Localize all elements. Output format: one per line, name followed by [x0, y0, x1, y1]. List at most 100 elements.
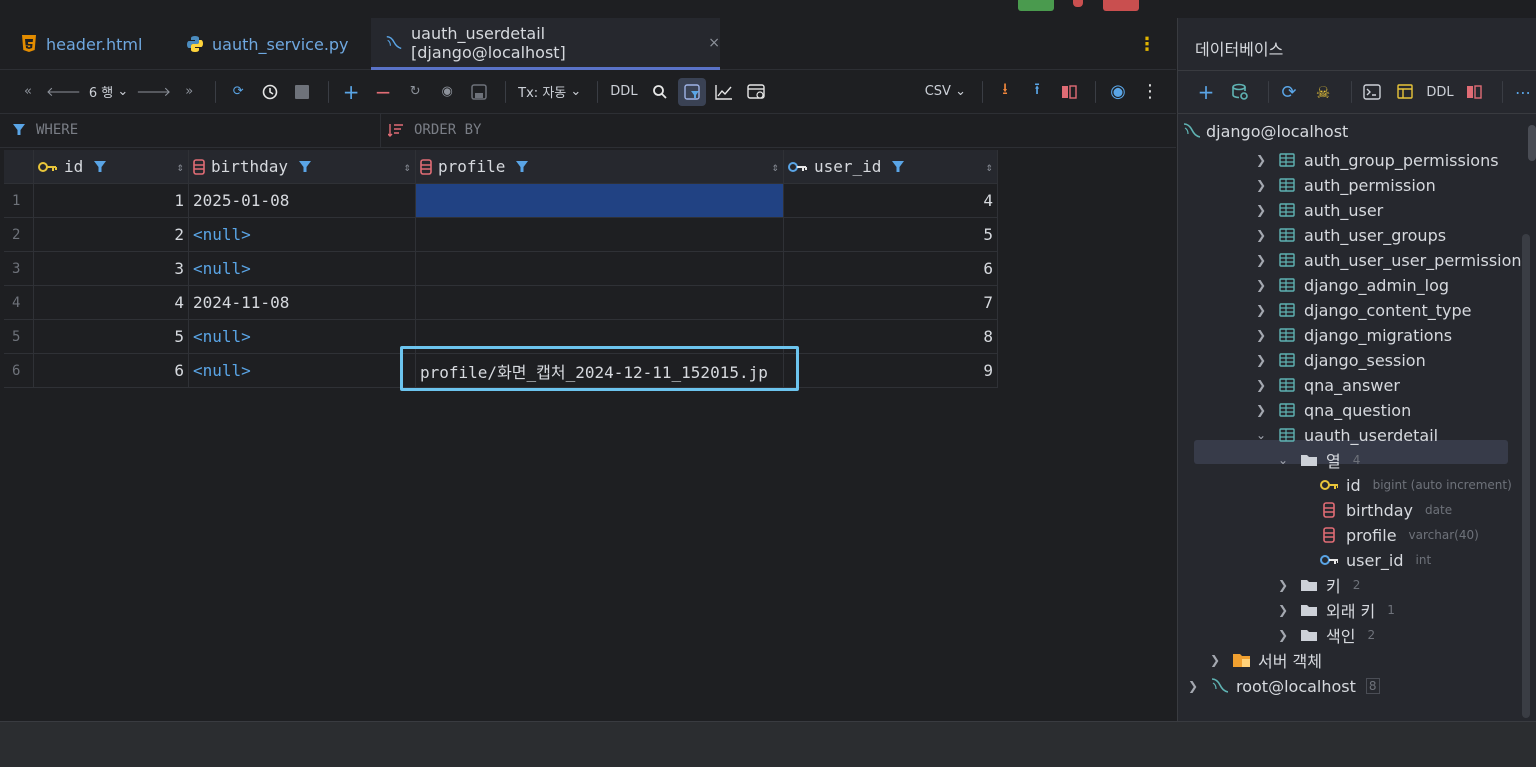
- tree-connection-root[interactable]: ❯ root@localhost 8: [1186, 674, 1380, 698]
- orderby-filter[interactable]: ORDER BY: [388, 122, 481, 138]
- column-header-profile[interactable]: profile ⇕: [416, 150, 784, 183]
- column-header-user-id[interactable]: user_id ⇕: [784, 150, 998, 183]
- save-icon[interactable]: [465, 78, 493, 106]
- compare-icon[interactable]: [1460, 78, 1488, 106]
- tab-header-html[interactable]: header.html: [14, 18, 164, 70]
- ddl-button[interactable]: DDL: [1426, 78, 1454, 106]
- table-row[interactable]: 3 3 <null> 6: [4, 252, 998, 286]
- history-icon[interactable]: [256, 78, 284, 106]
- tree-table[interactable]: ❯ django_migrations: [1254, 323, 1452, 347]
- cell-birthday[interactable]: <null>: [189, 354, 416, 387]
- refresh-icon[interactable]: ⟳: [224, 78, 252, 106]
- sort-icon[interactable]: ⇕: [404, 160, 411, 174]
- revert-icon[interactable]: ↻: [401, 78, 429, 106]
- cell-user-id[interactable]: 7: [784, 286, 998, 319]
- tree-connection-django[interactable]: django@localhost: [1182, 119, 1348, 143]
- tree-table[interactable]: ❯ django_session: [1254, 348, 1426, 372]
- column-header-id[interactable]: id ⇕: [34, 150, 189, 183]
- compare-icon[interactable]: [1055, 78, 1083, 106]
- download-icon[interactable]: ⭳: [991, 78, 1019, 106]
- cell-birthday[interactable]: 2025-01-08: [189, 184, 416, 217]
- add-icon[interactable]: +: [1192, 78, 1220, 106]
- tree-table[interactable]: ❯ auth_user_groups: [1254, 223, 1446, 247]
- tree-table[interactable]: ❯ auth_user: [1254, 198, 1383, 222]
- close-icon[interactable]: ×: [708, 35, 720, 51]
- more-vertical-icon[interactable]: ⋮: [1138, 34, 1156, 55]
- cell-user-id[interactable]: 9: [784, 354, 998, 387]
- tree-folder-indexes[interactable]: ❯ 색인 2: [1276, 623, 1375, 647]
- tree-table[interactable]: ❯ qna_answer: [1254, 373, 1400, 397]
- tree-column[interactable]: birthday date: [1318, 498, 1452, 522]
- table-row[interactable]: 6 6 <null> profile/화면_캡처_2024-12-11_1520…: [4, 354, 998, 388]
- chart-icon[interactable]: [710, 78, 738, 106]
- export-format-dropdown[interactable]: CSV ⌄: [921, 78, 970, 106]
- filter-icon[interactable]: [891, 160, 905, 174]
- ddl-button[interactable]: DDL: [606, 78, 641, 106]
- where-filter[interactable]: WHERE: [12, 122, 78, 138]
- last-page-icon[interactable]: »: [175, 78, 203, 106]
- cell-profile[interactable]: [416, 252, 784, 285]
- tab-uauth-userdetail[interactable]: uauth_userdetail [django@localhost] ×: [371, 18, 720, 70]
- cell-user-id[interactable]: 4: [784, 184, 998, 217]
- tree-folder-foreign-keys[interactable]: ❯ 외래 키 1: [1276, 598, 1395, 622]
- column-header-birthday[interactable]: birthday ⇕: [189, 150, 416, 183]
- upload-icon[interactable]: ⭱: [1023, 78, 1051, 106]
- table-row[interactable]: 5 5 <null> 8: [4, 320, 998, 354]
- cell-user-id[interactable]: 5: [784, 218, 998, 251]
- sort-icon[interactable]: ⇕: [986, 160, 993, 174]
- tree-column[interactable]: user_id int: [1318, 548, 1431, 572]
- cell-profile[interactable]: [416, 286, 784, 319]
- tree-folder-keys[interactable]: ❯ 키 2: [1276, 573, 1360, 597]
- tree-table[interactable]: ❯ auth_permission: [1254, 173, 1436, 197]
- prev-page-icon[interactable]: 🡐: [46, 78, 81, 106]
- tree-table[interactable]: ❯ auth_group_permissions: [1254, 148, 1499, 172]
- cell-user-id[interactable]: 8: [784, 320, 998, 353]
- edit-table-icon[interactable]: [1392, 78, 1420, 106]
- tree-table-selected[interactable]: ⌄ uauth_userdetail: [1254, 423, 1438, 447]
- table-row[interactable]: 1 1 2025-01-08 4: [4, 184, 998, 218]
- cell-id[interactable]: 5: [34, 320, 189, 353]
- cell-profile[interactable]: [416, 320, 784, 353]
- tab-uauth-service-py[interactable]: uauth_service.py: [178, 18, 368, 70]
- delete-row-icon[interactable]: −: [369, 78, 397, 106]
- cell-id[interactable]: 4: [34, 286, 189, 319]
- cell-birthday[interactable]: <null>: [189, 320, 416, 353]
- cell-id[interactable]: 3: [34, 252, 189, 285]
- tree-server-objects[interactable]: ❯ 서버 객체: [1208, 648, 1322, 672]
- filter-panel-icon[interactable]: [677, 77, 706, 106]
- stop-icon[interactable]: [288, 78, 316, 106]
- more-vertical-icon[interactable]: ⋮: [1136, 78, 1164, 106]
- filter-icon[interactable]: [515, 160, 529, 174]
- refresh-icon[interactable]: ⟳: [1275, 78, 1303, 106]
- table-row[interactable]: 2 2 <null> 5: [4, 218, 998, 252]
- search-icon[interactable]: [646, 78, 674, 106]
- cell-birthday[interactable]: 2024-11-08: [189, 286, 416, 319]
- scrollbar[interactable]: [1522, 234, 1530, 718]
- next-page-icon[interactable]: 🡒: [136, 78, 171, 106]
- sort-icon[interactable]: ⇕: [177, 160, 184, 174]
- view-settings-icon[interactable]: [742, 78, 770, 106]
- tree-column[interactable]: profile varchar(40): [1318, 523, 1479, 547]
- scrollbar-thumb[interactable]: [1528, 125, 1536, 161]
- tree-folder-columns[interactable]: ⌄ 열 4: [1276, 448, 1360, 472]
- cell-id[interactable]: 1: [34, 184, 189, 217]
- table-row[interactable]: 4 4 2024-11-08 7: [4, 286, 998, 320]
- tree-table[interactable]: ❯ django_admin_log: [1254, 273, 1449, 297]
- cell-id[interactable]: 6: [34, 354, 189, 387]
- skull-icon[interactable]: ☠: [1309, 78, 1337, 106]
- eye-icon[interactable]: ◉: [1104, 78, 1132, 106]
- sort-icon[interactable]: ⇕: [772, 160, 779, 174]
- add-row-icon[interactable]: +: [337, 78, 365, 106]
- more-horizontal-icon[interactable]: ⋯: [1509, 78, 1536, 106]
- first-page-icon[interactable]: «: [14, 78, 42, 106]
- tree-column[interactable]: id bigint (auto increment): [1318, 473, 1512, 497]
- filter-icon[interactable]: [298, 160, 312, 174]
- cell-profile[interactable]: profile/화면_캡처_2024-12-11_152015.jp: [416, 354, 784, 387]
- cell-id[interactable]: 2: [34, 218, 189, 251]
- cell-birthday[interactable]: <null>: [189, 218, 416, 251]
- tree-table[interactable]: ❯ django_content_type: [1254, 298, 1472, 322]
- tree-table[interactable]: ❯ auth_user_user_permissions: [1254, 248, 1530, 272]
- eye-icon[interactable]: ◉: [433, 78, 461, 106]
- row-count-dropdown[interactable]: 6 행 ⌄: [85, 78, 132, 106]
- tx-mode-dropdown[interactable]: Tx: 자동 ⌄: [514, 78, 585, 106]
